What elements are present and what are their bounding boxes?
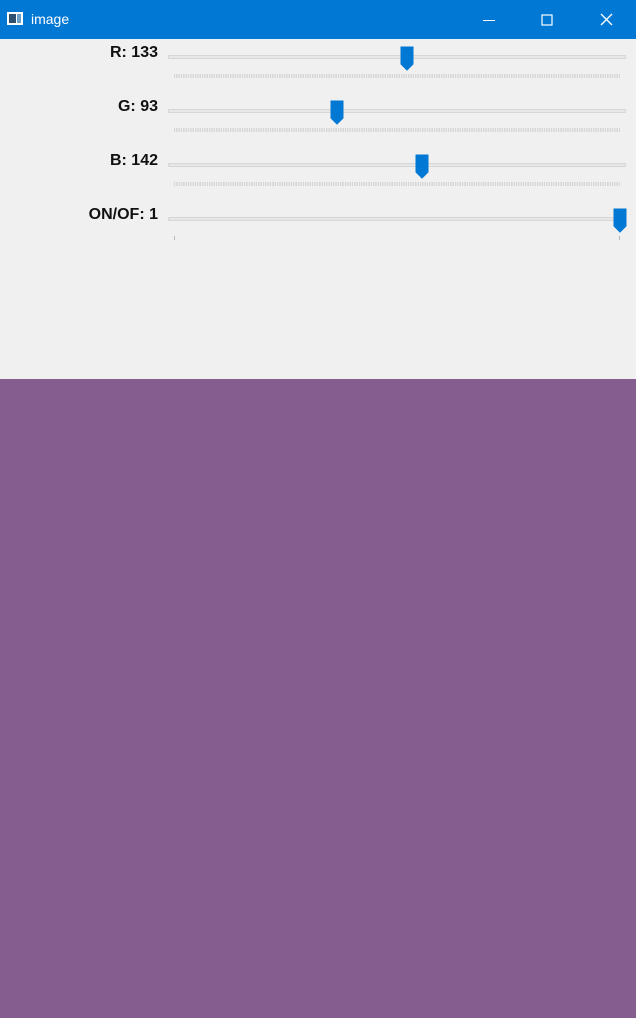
trackbar-g[interactable]: G: 93 (0, 95, 636, 135)
trackbar-b-track[interactable] (168, 163, 626, 167)
trackbar-r-thumb[interactable] (400, 46, 414, 71)
minimize-button[interactable] (460, 0, 518, 39)
trackbar-panel: R: 133 G: 93 B: 142 ON/OF: 1 (0, 39, 636, 379)
trackbar-b-thumb[interactable] (415, 154, 429, 179)
trackbar-r[interactable]: R: 133 (0, 41, 636, 81)
maximize-icon (541, 13, 553, 26)
trackbar-b[interactable]: B: 142 (0, 149, 636, 189)
trackbar-r-label: R: 133 (109, 44, 158, 61)
trackbar-b-ticks (174, 182, 620, 186)
window-title: image (31, 11, 70, 27)
trackbar-onoff-ticks (174, 236, 620, 240)
app-window-icon (7, 12, 23, 25)
trackbar-b-label: B: 142 (109, 152, 158, 169)
color-preview-image (0, 379, 636, 1018)
title-bar[interactable]: image (0, 0, 636, 39)
close-button[interactable] (577, 0, 635, 39)
trackbar-g-ticks (174, 128, 620, 132)
trackbar-onoff[interactable]: ON/OF: 1 (0, 203, 636, 243)
trackbar-g-label: G: 93 (117, 98, 158, 115)
app-window: image R: 133 G: 93 B: 142 ON/OF: 1 (0, 0, 636, 1018)
trackbar-r-track[interactable] (168, 55, 626, 59)
trackbar-onoff-label: ON/OF: 1 (88, 206, 158, 223)
maximize-button[interactable] (518, 0, 576, 39)
trackbar-onoff-thumb[interactable] (613, 208, 627, 233)
trackbar-g-thumb[interactable] (330, 100, 344, 125)
minimize-icon (483, 19, 495, 21)
trackbar-g-track[interactable] (168, 109, 626, 113)
close-icon (600, 13, 612, 26)
trackbar-r-ticks (174, 74, 620, 78)
trackbar-onoff-track[interactable] (168, 217, 626, 221)
